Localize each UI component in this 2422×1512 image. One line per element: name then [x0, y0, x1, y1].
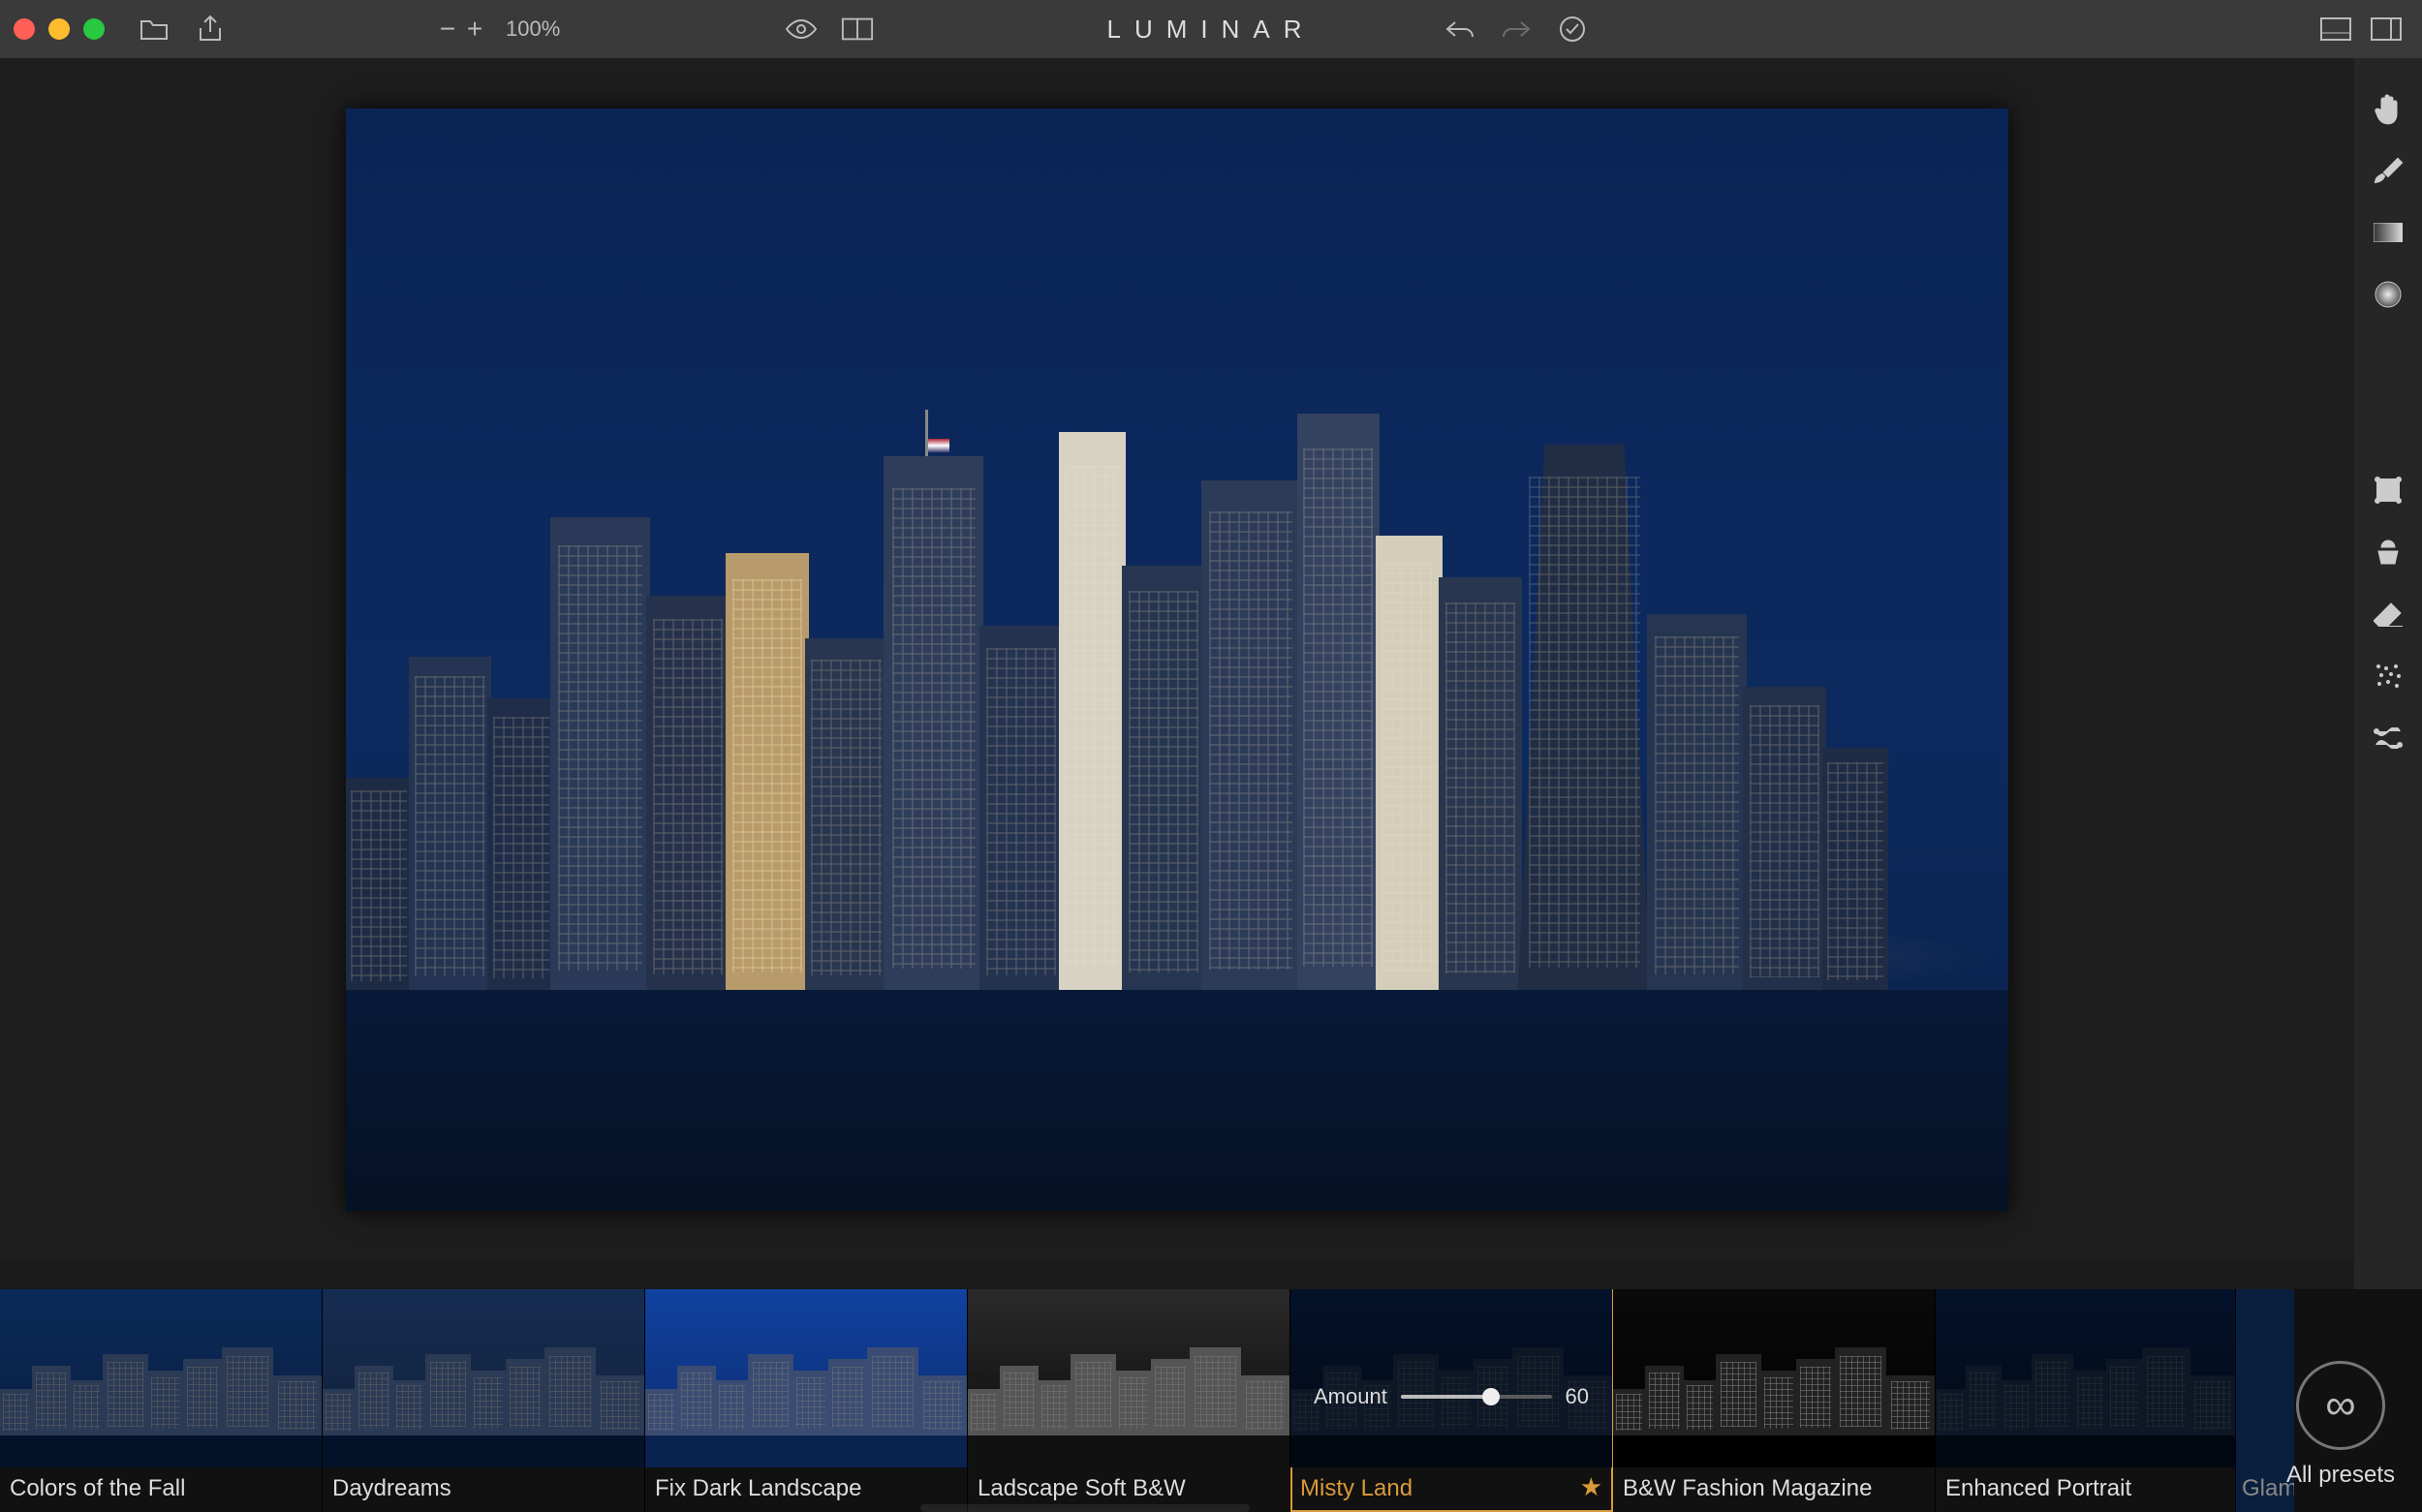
folder-icon[interactable] — [138, 13, 171, 46]
right-toolbar — [2354, 58, 2422, 1289]
preset-colors-of-the-fall[interactable]: Colors of the Fall — [0, 1289, 323, 1512]
zoom-level[interactable]: 100% — [506, 16, 560, 42]
redo-icon[interactable] — [1500, 13, 1533, 46]
amount-value: 60 — [1566, 1384, 1589, 1409]
crop-icon[interactable] — [2371, 473, 2406, 508]
sidebar-toggle-icon[interactable] — [2370, 13, 2403, 46]
clone-icon[interactable] — [2371, 535, 2406, 570]
share-icon[interactable] — [194, 13, 227, 46]
preset-fix-dark-landscape[interactable]: Fix Dark Landscape — [645, 1289, 968, 1512]
close-window-icon[interactable] — [14, 18, 35, 40]
preset-bw-fashion-magazine[interactable]: B&W Fashion Magazine — [1613, 1289, 1936, 1512]
all-presets-label: All presets — [2286, 1462, 2395, 1489]
preset-filmstrip: Colors of the Fall Daydreams Fix Dark La… — [0, 1289, 2422, 1512]
app-title: LUMINAR — [1106, 15, 1315, 45]
window-controls — [14, 18, 105, 40]
amount-slider[interactable] — [1401, 1395, 1552, 1399]
preset-label: Enhanced Portrait — [1945, 1475, 2225, 1502]
preset-label: Fix Dark Landscape — [655, 1475, 957, 1502]
eye-icon[interactable] — [785, 13, 818, 46]
preset-label: Colors of the Fall — [10, 1475, 312, 1502]
canvas[interactable] — [0, 58, 2354, 1260]
brush-icon[interactable] — [2371, 153, 2406, 188]
erase-icon[interactable] — [2371, 597, 2406, 632]
preset-misty-land[interactable]: Amount 60 Misty Land ★ — [1290, 1289, 1613, 1512]
main-image — [346, 108, 2008, 1211]
status-check-icon[interactable] — [1556, 13, 1589, 46]
hand-icon[interactable] — [2371, 91, 2406, 126]
all-presets-button[interactable]: ∞ All presets — [2286, 1361, 2395, 1489]
toolbar: − + 100% LUMINAR — [0, 0, 2422, 58]
favorite-star-icon[interactable]: ★ — [1580, 1472, 1602, 1502]
infinity-icon: ∞ — [2296, 1361, 2385, 1450]
preset-label: B&W Fashion Magazine — [1623, 1475, 1925, 1502]
preset-label: Misty Land — [1300, 1475, 1602, 1502]
panel-layout-icon[interactable] — [2319, 13, 2352, 46]
preset-label: Daydreams — [332, 1475, 635, 1502]
minimize-window-icon[interactable] — [48, 18, 70, 40]
compare-icon[interactable] — [841, 13, 874, 46]
preset-daydreams[interactable]: Daydreams — [323, 1289, 645, 1512]
preset-amount-control: Amount 60 — [1314, 1384, 1589, 1409]
zoom-in-button[interactable]: + — [461, 14, 488, 45]
gradient-icon[interactable] — [2371, 215, 2406, 250]
preset-enhanced-portrait[interactable]: Enhanced Portrait — [1936, 1289, 2236, 1512]
maximize-window-icon[interactable] — [83, 18, 105, 40]
denoise-icon[interactable] — [2371, 659, 2406, 694]
zoom-out-button[interactable]: − — [434, 14, 461, 45]
transform-icon[interactable] — [2371, 721, 2406, 756]
undo-icon[interactable] — [1444, 13, 1476, 46]
preset-landscape-soft-bw[interactable]: Ladscape Soft B&W — [968, 1289, 1290, 1512]
preset-label: Ladscape Soft B&W — [978, 1475, 1280, 1502]
amount-label: Amount — [1314, 1384, 1387, 1409]
radial-icon[interactable] — [2371, 277, 2406, 312]
horizontal-scrollbar[interactable] — [920, 1504, 1250, 1512]
